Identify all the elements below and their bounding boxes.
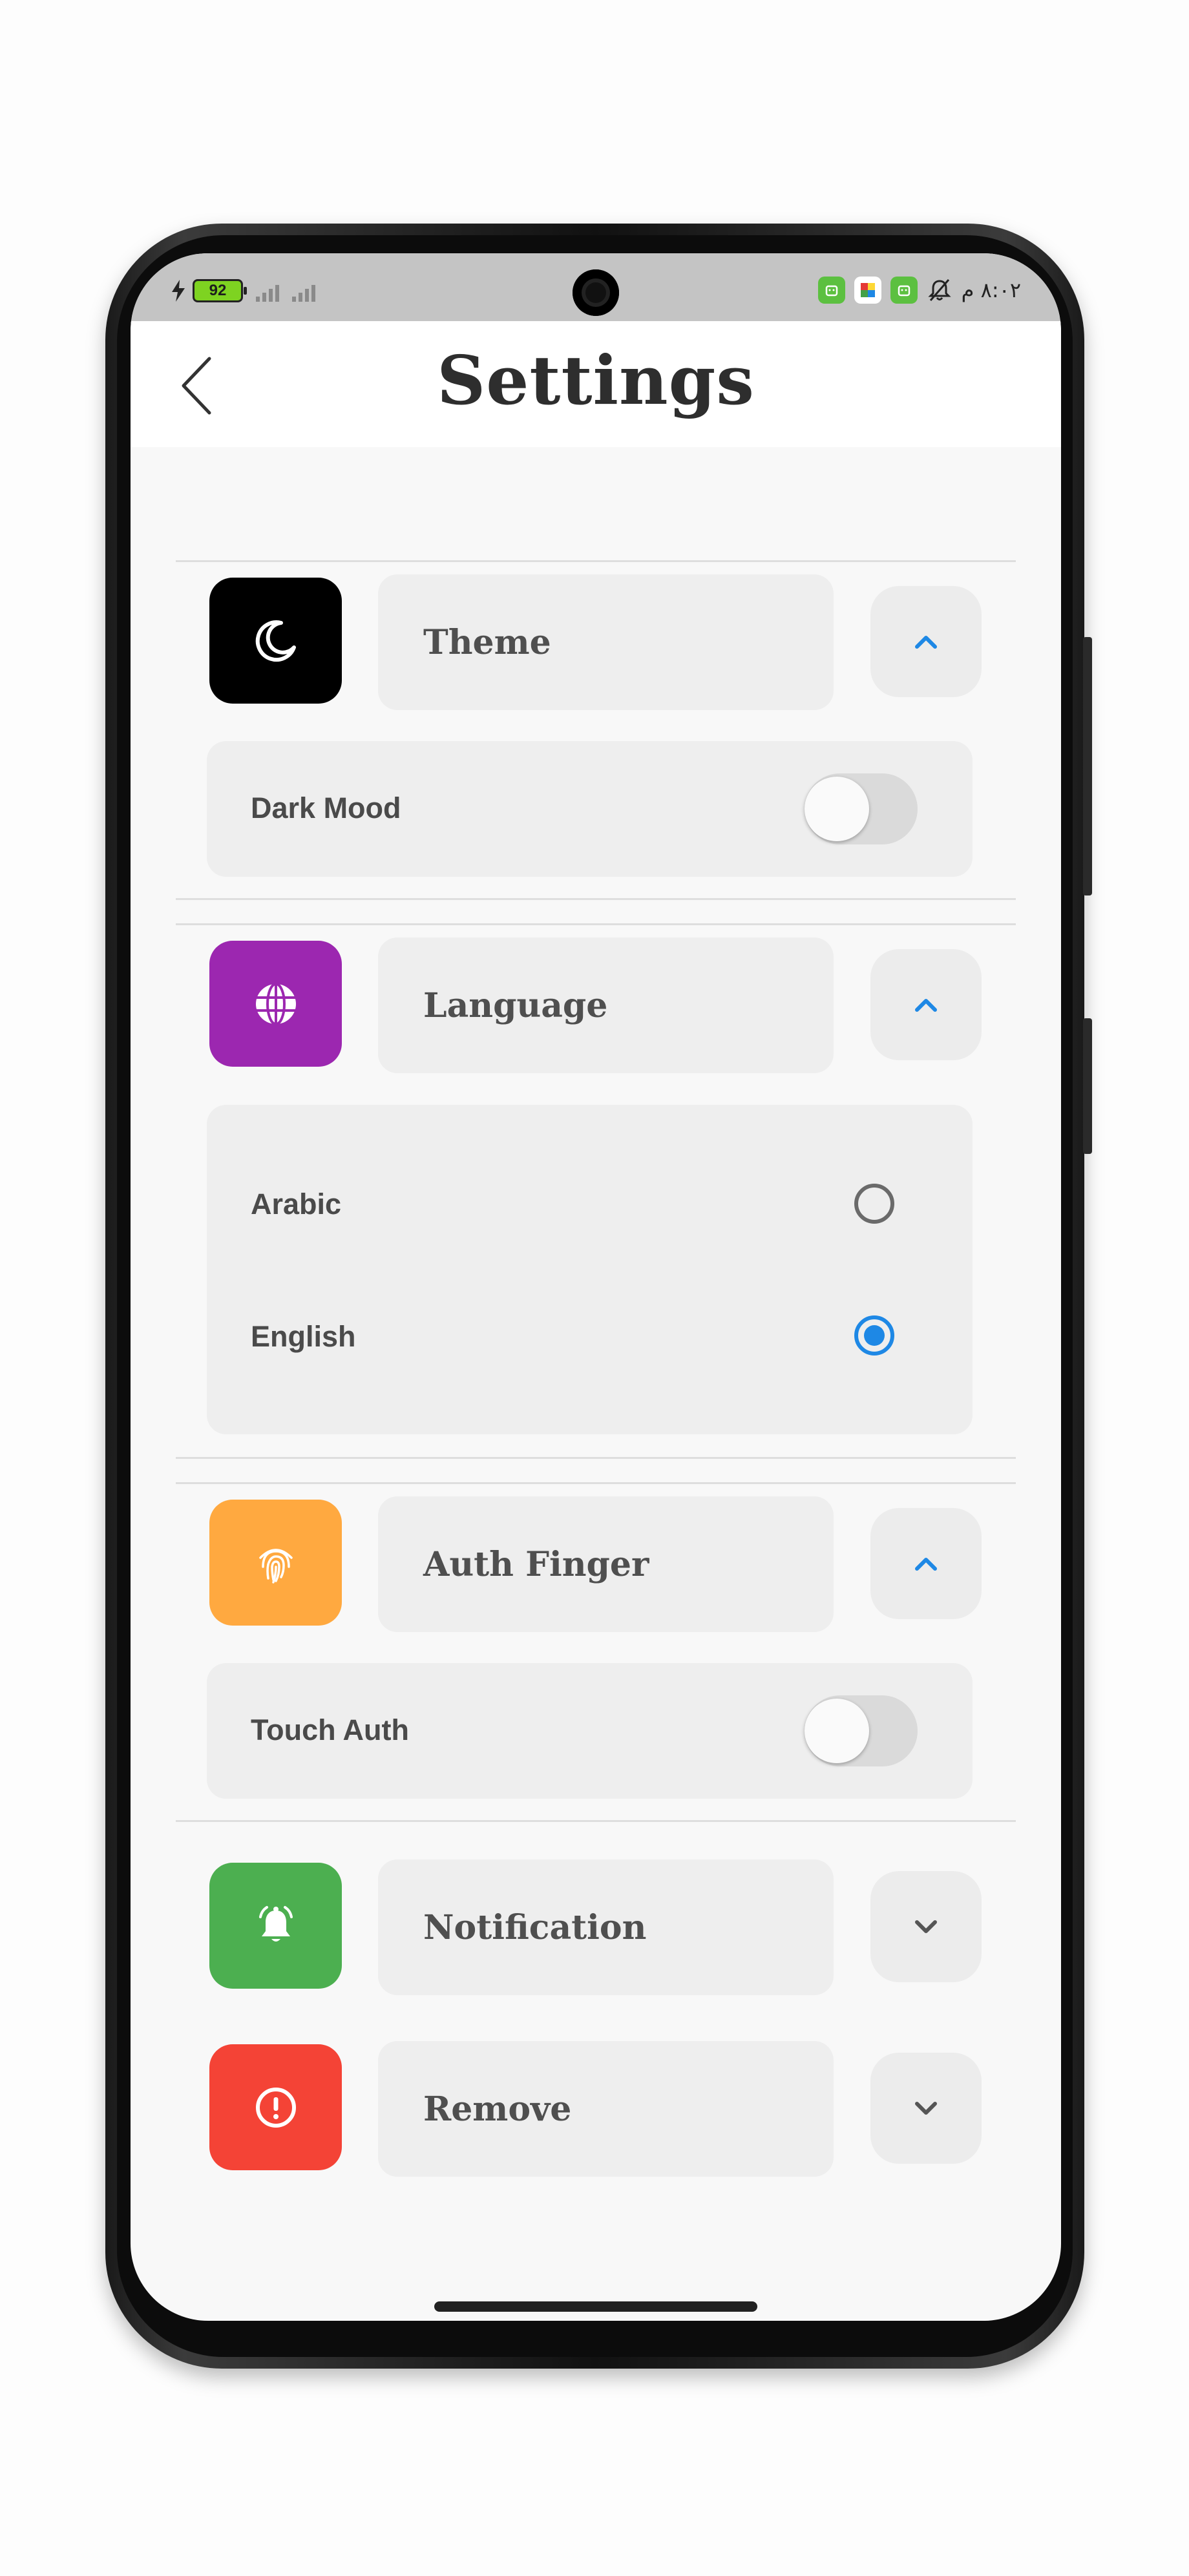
dark-mode-toggle[interactable] bbox=[805, 773, 918, 844]
touch-auth-toggle[interactable] bbox=[805, 1695, 918, 1766]
notification-tile bbox=[209, 1863, 342, 1989]
chevron-up-icon bbox=[915, 1558, 937, 1571]
remove-header-button[interactable]: Remove bbox=[378, 2041, 834, 2177]
theme-header-button[interactable]: Theme bbox=[378, 574, 834, 710]
divider bbox=[176, 1820, 1016, 1822]
auth-finger-tile bbox=[209, 1500, 342, 1626]
auth-finger-header-button[interactable]: Auth Finger bbox=[378, 1496, 834, 1632]
auth-finger-collapse-button[interactable] bbox=[870, 1508, 982, 1619]
status-time: ٨:٠٢ م bbox=[961, 278, 1021, 302]
app-header: Settings bbox=[131, 321, 1061, 447]
android-app-icon bbox=[817, 277, 845, 304]
notification-header-button[interactable]: Notification bbox=[378, 1859, 834, 1995]
mute-bell-icon bbox=[928, 279, 951, 301]
touch-auth-label: Touch Auth bbox=[251, 1713, 409, 1746]
fingerprint-icon bbox=[258, 1548, 293, 1584]
dark-mode-label: Dark Mood bbox=[251, 791, 401, 824]
charging-icon bbox=[172, 280, 185, 302]
chevron-down-icon bbox=[915, 2102, 937, 2115]
section-notification: Notification bbox=[131, 1859, 1061, 2002]
divider bbox=[176, 923, 1016, 925]
language-tile bbox=[209, 941, 342, 1067]
alert-icon bbox=[255, 2087, 296, 2128]
bell-icon bbox=[258, 1905, 293, 1942]
divider bbox=[176, 1457, 1016, 1459]
divider bbox=[176, 560, 1016, 562]
option-arabic-label: Arabic bbox=[251, 1188, 342, 1220]
chevron-up-icon bbox=[915, 636, 937, 649]
front-camera bbox=[573, 269, 619, 316]
theme-options-panel: Dark Mood bbox=[207, 741, 973, 877]
language-label: Language bbox=[423, 985, 608, 1025]
remove-tile bbox=[209, 2044, 342, 2170]
remove-expand-button[interactable] bbox=[870, 2053, 982, 2164]
status-bar: 92 ٨:٠٢ م bbox=[131, 253, 1061, 321]
page-title: Settings bbox=[437, 340, 755, 420]
status-right: ٨:٠٢ م bbox=[817, 277, 1021, 304]
power-button bbox=[1083, 1018, 1092, 1154]
theme-tile bbox=[209, 578, 342, 704]
language-collapse-button[interactable] bbox=[870, 949, 982, 1060]
section-language: Language bbox=[131, 937, 1061, 1080]
home-indicator[interactable] bbox=[434, 2301, 757, 2312]
divider bbox=[176, 1482, 1016, 1484]
signal-1-icon bbox=[256, 280, 279, 302]
phone-screen: 92 ٨:٠٢ م Settings Theme Dark Mood Langu… bbox=[131, 253, 1061, 2321]
moon-icon bbox=[255, 620, 296, 662]
globe-icon bbox=[255, 982, 296, 1025]
color-app-icon bbox=[854, 277, 881, 304]
theme-label: Theme bbox=[423, 622, 551, 662]
chevron-up-icon bbox=[915, 999, 937, 1012]
notification-label: Notification bbox=[423, 1907, 647, 1947]
notification-expand-button[interactable] bbox=[870, 1871, 982, 1982]
english-radio[interactable] bbox=[854, 1315, 894, 1356]
section-remove: Remove bbox=[131, 2041, 1061, 2183]
auth-finger-label: Auth Finger bbox=[423, 1544, 649, 1584]
language-options-panel: Arabic English bbox=[207, 1105, 973, 1434]
section-theme: Theme bbox=[131, 574, 1061, 717]
auth-finger-options-panel: Touch Auth bbox=[207, 1663, 973, 1799]
divider bbox=[176, 898, 1016, 900]
option-english-label: English bbox=[251, 1320, 356, 1353]
android-app-icon-2 bbox=[890, 277, 918, 304]
arabic-radio[interactable] bbox=[854, 1184, 894, 1224]
status-left: 92 bbox=[171, 279, 315, 302]
language-header-button[interactable]: Language bbox=[378, 937, 834, 1073]
section-auth-finger: Auth Finger bbox=[131, 1496, 1061, 1639]
signal-2-icon bbox=[292, 280, 315, 302]
chevron-down-icon bbox=[915, 1920, 937, 1933]
theme-collapse-button[interactable] bbox=[870, 586, 982, 697]
battery-indicator: 92 bbox=[193, 279, 247, 302]
remove-label: Remove bbox=[423, 2089, 572, 2129]
battery-level: 92 bbox=[209, 282, 227, 299]
volume-button bbox=[1083, 637, 1092, 895]
